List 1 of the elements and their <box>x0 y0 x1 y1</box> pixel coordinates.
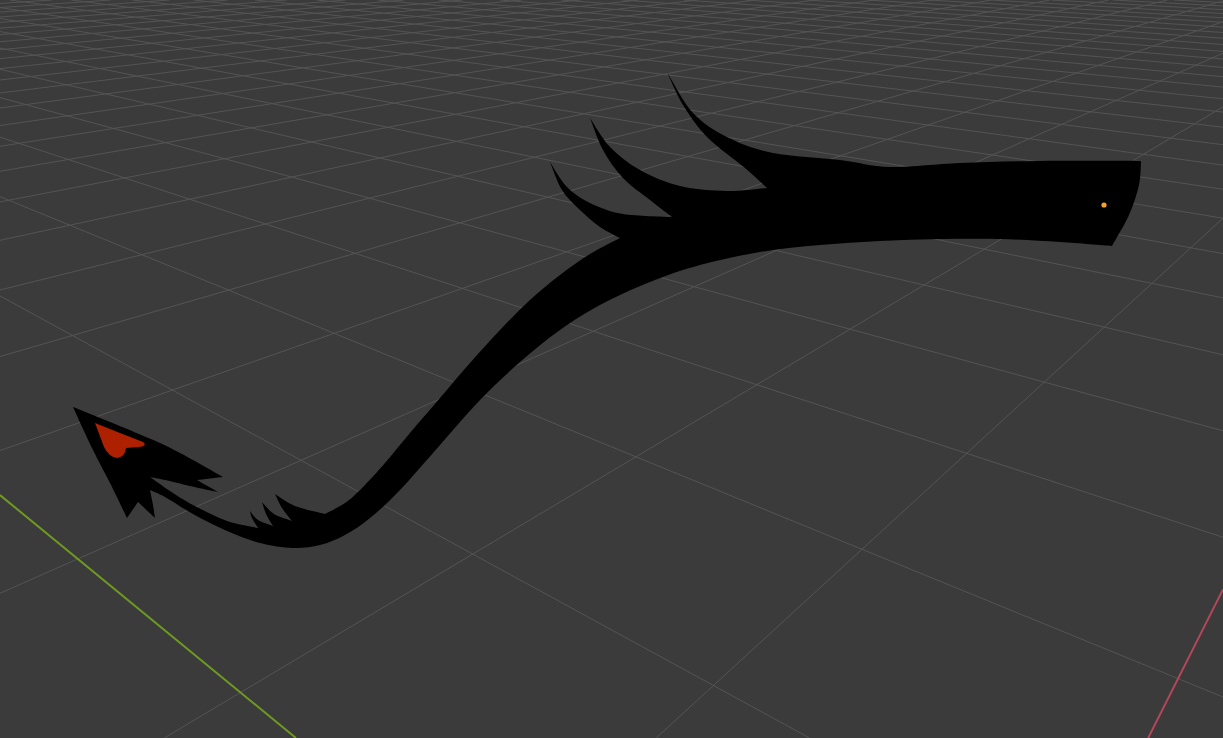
heart-spot <box>95 423 145 458</box>
